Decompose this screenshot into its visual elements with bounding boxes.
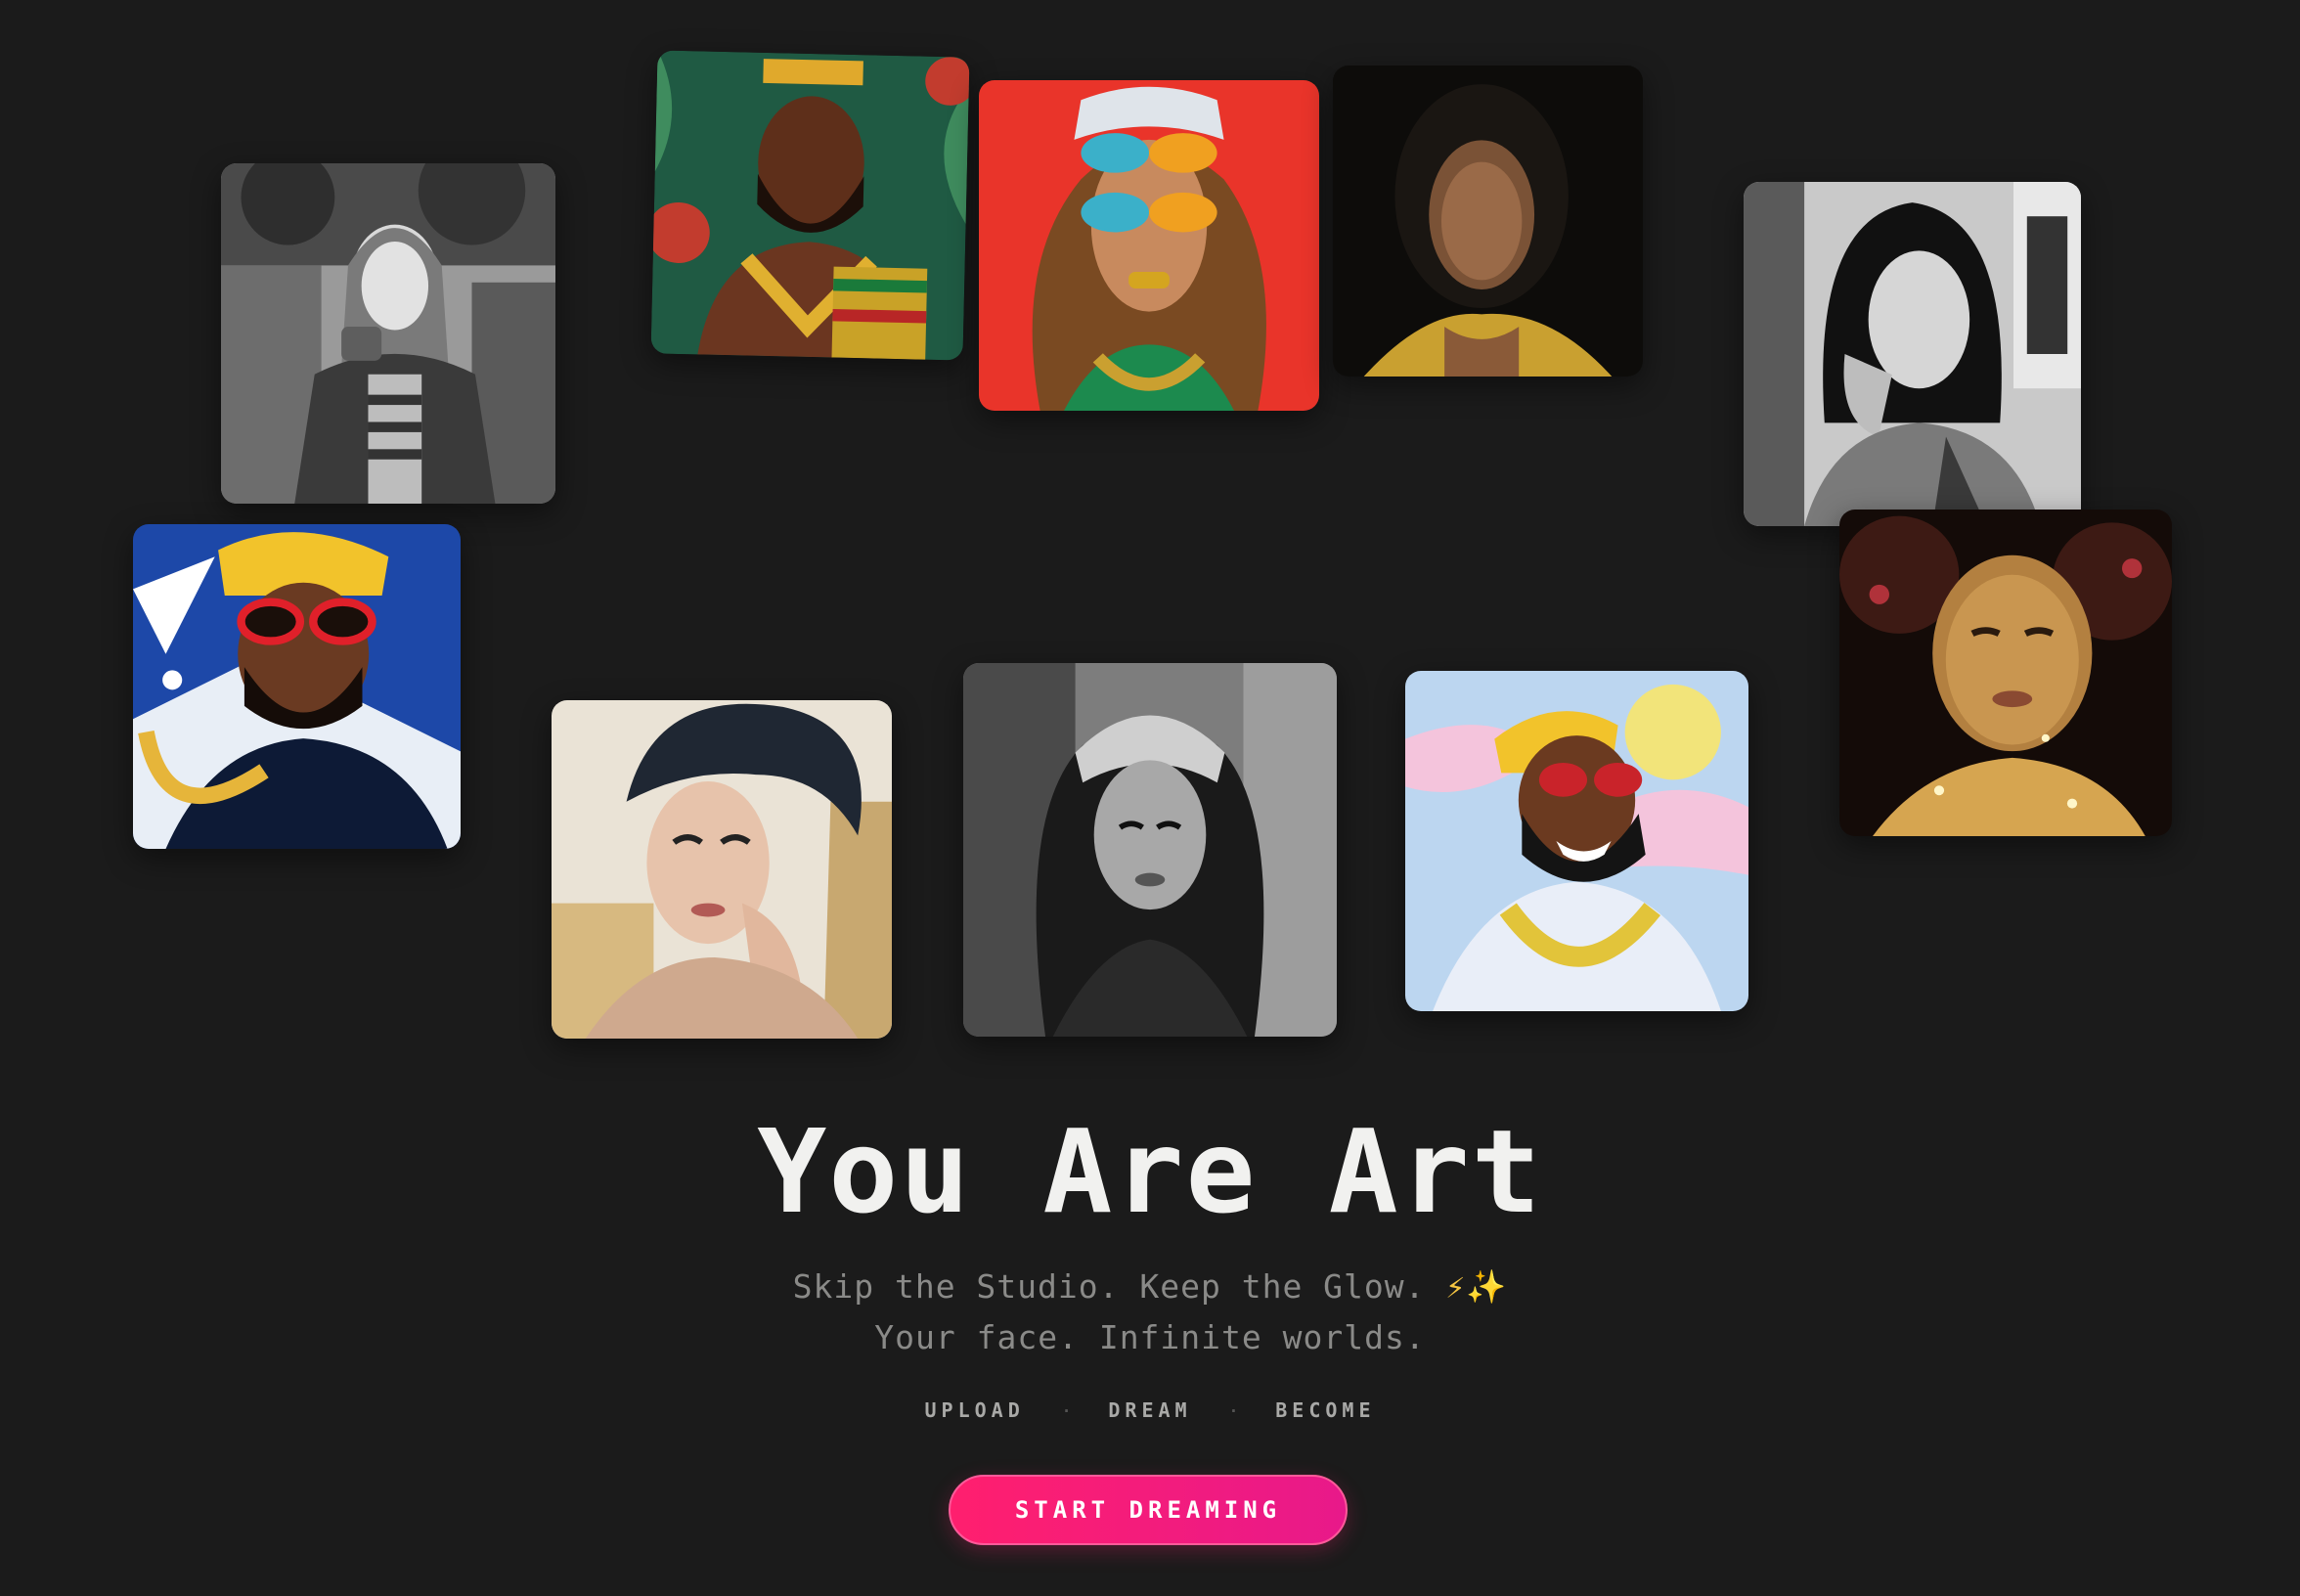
portrait-man-pastel-illustration[interactable] <box>1405 671 1748 1011</box>
steps-row: UPLOAD · DREAM · BECOME <box>0 1398 2300 1422</box>
sparkle-emoji-icon: ⚡✨ <box>1445 1267 1508 1306</box>
subtitle-tagline: Skip the Studio. Keep the Glow. <box>792 1267 1426 1306</box>
start-dreaming-button[interactable]: START DREAMING <box>949 1475 1348 1545</box>
step-separator: · <box>1061 1400 1072 1420</box>
portrait-woman-bw-photo[interactable] <box>1744 182 2081 526</box>
page-title: You Are Art <box>757 1104 1543 1239</box>
subtitle-line-2: Your face. Infinite worlds. <box>874 1318 1426 1356</box>
portrait-woman-gold-glitter[interactable] <box>1839 510 2172 836</box>
hero-subtitle: Skip the Studio. Keep the Glow. ⚡✨ Your … <box>0 1262 2300 1363</box>
portrait-woman-sketch[interactable] <box>552 700 892 1039</box>
portrait-woman-blurred-dark[interactable] <box>1333 66 1643 377</box>
step-upload: UPLOAD <box>924 1398 1025 1422</box>
portrait-woman-coffee-bw-photo[interactable] <box>221 163 555 504</box>
step-separator: · <box>1228 1400 1239 1420</box>
subtitle-line-1: Skip the Studio. Keep the Glow. ⚡✨ <box>0 1262 2300 1312</box>
portrait-woman-sunglasses-red[interactable] <box>979 80 1319 411</box>
portrait-man-crown-illustration[interactable] <box>650 50 970 361</box>
hero-section: You Are Art Skip the Studio. Keep the Gl… <box>0 0 2300 1596</box>
portrait-woman-bandana-bw[interactable] <box>963 663 1337 1037</box>
step-dream: DREAM <box>1108 1398 1192 1422</box>
step-become: BECOME <box>1275 1398 1376 1422</box>
portrait-man-yellow-durag-illustration[interactable] <box>133 524 461 849</box>
